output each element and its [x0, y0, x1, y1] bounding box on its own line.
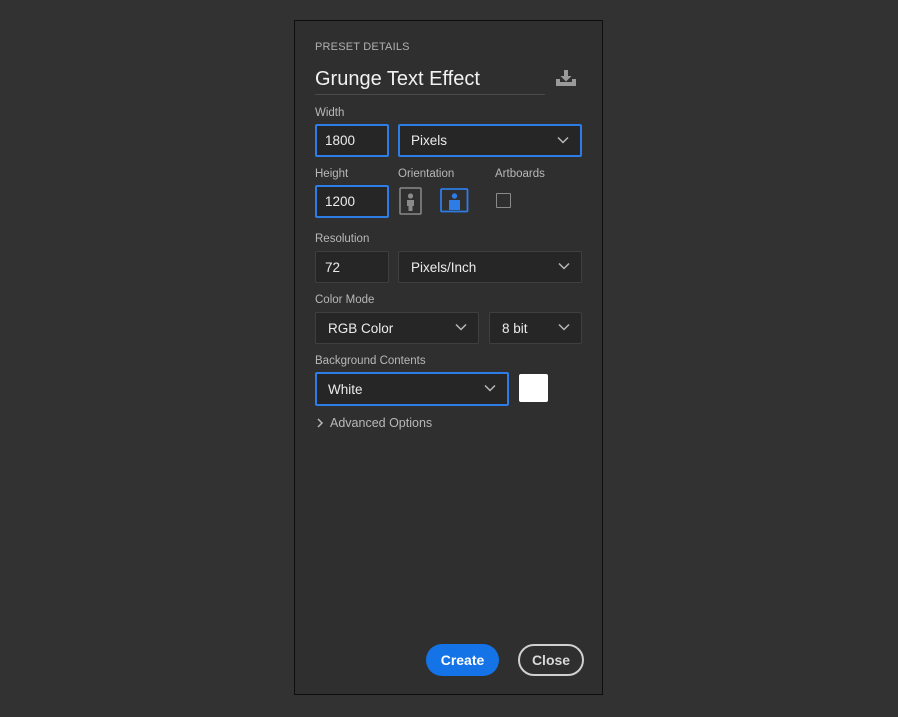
advanced-options-toggle[interactable]: Advanced Options [316, 416, 432, 430]
preset-details-panel: PRESET DETAILS Grunge Text Effect Width … [294, 20, 603, 695]
height-label: Height [315, 168, 349, 180]
background-contents-value: White [328, 381, 363, 397]
color-mode-label: Color Mode [315, 294, 375, 306]
preset-name-field[interactable]: Grunge Text Effect [315, 68, 480, 91]
chevron-down-icon [455, 323, 467, 331]
chevron-down-icon [558, 262, 570, 270]
chevron-down-icon [558, 323, 570, 331]
chevron-right-icon [317, 418, 324, 428]
background-contents-label: Background Contents [315, 355, 426, 367]
artboards-checkbox[interactable] [496, 193, 511, 208]
width-unit-select[interactable]: Pixels [398, 124, 582, 157]
preset-name-underline [315, 94, 545, 95]
height-input[interactable]: 1200 [315, 185, 389, 218]
section-title: PRESET DETAILS [315, 41, 410, 53]
resolution-input[interactable]: 72 [315, 251, 389, 283]
background-color-swatch[interactable] [519, 374, 548, 402]
landscape-orientation-icon[interactable] [440, 188, 469, 213]
artboards-label: Artboards [495, 168, 545, 180]
width-input[interactable]: 1800 [315, 124, 389, 157]
bit-depth-value: 8 bit [502, 320, 528, 336]
width-unit-value: Pixels [411, 133, 448, 148]
width-label: Width [315, 107, 345, 119]
color-mode-value: RGB Color [328, 320, 394, 336]
bit-depth-select[interactable]: 8 bit [489, 312, 582, 344]
color-mode-select[interactable]: RGB Color [315, 312, 479, 344]
create-button[interactable]: Create [426, 644, 499, 676]
chevron-down-icon [557, 136, 569, 144]
orientation-label: Orientation [398, 168, 455, 180]
close-button[interactable]: Close [518, 644, 584, 676]
chevron-down-icon [484, 384, 496, 392]
save-preset-icon[interactable] [554, 68, 578, 88]
advanced-options-label: Advanced Options [330, 416, 433, 430]
background-contents-select[interactable]: White [315, 372, 509, 406]
resolution-label: Resolution [315, 233, 370, 245]
resolution-unit-value: Pixels/Inch [411, 259, 477, 275]
resolution-unit-select[interactable]: Pixels/Inch [398, 251, 582, 283]
portrait-orientation-icon[interactable] [399, 187, 423, 215]
